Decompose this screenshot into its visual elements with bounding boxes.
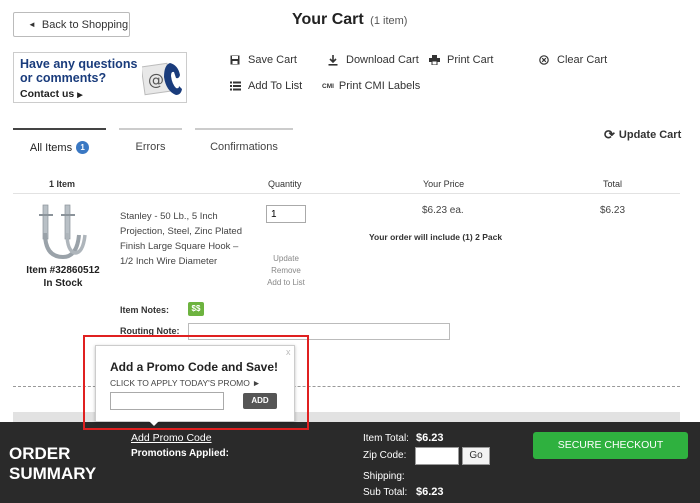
header-item: 1 Item xyxy=(49,179,76,189)
remove-item-link[interactable]: Remove xyxy=(266,266,306,275)
item-notes-label: Item Notes: xyxy=(120,305,170,315)
zip-code-label: Zip Code: xyxy=(363,450,407,461)
update-item-link[interactable]: Update xyxy=(266,254,306,263)
save-disk-icon xyxy=(228,55,242,65)
subtotal-value: $6.23 xyxy=(416,486,444,498)
line-total: $6.23 xyxy=(600,205,626,216)
item-number-block: Item #32860512 In Stock xyxy=(23,264,103,290)
contact-us-label: Contact us xyxy=(20,88,75,100)
item-total-value: $6.23 xyxy=(416,432,444,444)
save-cart-label: Save Cart xyxy=(248,54,297,66)
print-cmi-label: Print CMI Labels xyxy=(338,80,421,92)
download-cart-label: Download Cart xyxy=(346,54,419,66)
add-to-list-label: Add To List xyxy=(248,80,303,92)
svg-text:@: @ xyxy=(148,70,164,89)
update-cart-label: Update Cart xyxy=(618,129,682,141)
header-quantity: Quantity xyxy=(268,179,302,189)
order-summary-title: ORDER SUMMARY xyxy=(9,444,96,484)
email-phone-icon: @ xyxy=(142,62,182,96)
list-icon xyxy=(228,81,242,91)
print-cmi-labels-button[interactable]: CMI Print CMI Labels xyxy=(322,80,420,92)
quantity-input[interactable] xyxy=(266,205,306,223)
page-title: Your Cart (1 item) xyxy=(292,11,407,29)
add-promo-code-link[interactable]: Add Promo Code xyxy=(131,432,212,444)
unit-price: $6.23 ea. xyxy=(422,205,464,216)
printer-icon xyxy=(427,55,441,65)
shipping-label: Shipping: xyxy=(363,471,405,482)
tab-confirmations-label: Confirmations xyxy=(210,141,278,153)
product-description-link[interactable]: Stanley - 50 Lb., 5 Inch Projection, Ste… xyxy=(120,209,248,269)
contact-question: Have any questions or comments? xyxy=(20,57,138,85)
subtotal-label: Sub Total: xyxy=(363,487,408,498)
cmi-icon: CMI xyxy=(322,82,334,90)
tab-all-items-label: All Items xyxy=(29,142,73,154)
stock-status: In Stock xyxy=(43,278,83,289)
secure-checkout-button[interactable]: SECURE CHECKOUT xyxy=(533,432,688,459)
download-icon xyxy=(326,54,340,66)
header-total: Total xyxy=(603,179,623,189)
product-hook-image[interactable] xyxy=(35,203,87,263)
clear-cart-button[interactable]: Clear Cart xyxy=(537,54,607,66)
order-summary-title-line2: SUMMARY xyxy=(9,464,97,483)
item-total-label: Item Total: xyxy=(363,433,409,444)
pack-note: Your order will include (1) 2 Pack xyxy=(369,232,503,242)
header-your-price: Your Price xyxy=(423,179,465,189)
right-triangle-icon: ▶ xyxy=(77,92,83,99)
update-cart-button[interactable]: ⟳ Update Cart xyxy=(604,127,681,143)
tab-all-items[interactable]: All Items 1 xyxy=(13,128,106,160)
tab-confirmations[interactable]: Confirmations xyxy=(195,128,293,160)
header-divider xyxy=(13,193,680,194)
highlight-frame xyxy=(83,335,309,430)
tab-errors-label: Errors xyxy=(135,141,166,153)
all-items-count-badge: 1 xyxy=(76,141,90,154)
left-triangle-icon: ◄ xyxy=(28,20,36,29)
cart-title-text: Your Cart xyxy=(292,11,364,28)
contact-us-link[interactable]: Contact us ▶ xyxy=(20,88,83,100)
add-item-to-list-link[interactable]: Add to List xyxy=(266,278,306,287)
promotions-applied-label: Promotions Applied: xyxy=(131,448,229,459)
back-to-shopping-label: Back to Shopping xyxy=(41,18,129,31)
print-cart-button[interactable]: Print Cart xyxy=(427,54,493,66)
cart-item-count: (1 item) xyxy=(370,15,408,27)
zip-go-button[interactable]: Go xyxy=(462,447,490,465)
print-cart-label: Print Cart xyxy=(447,54,494,66)
clear-cart-label: Clear Cart xyxy=(557,54,608,66)
item-number: Item #32860512 xyxy=(26,265,100,276)
add-to-list-button[interactable]: Add To List xyxy=(228,80,302,92)
contact-banner[interactable]: Have any questions or comments? Contact … xyxy=(13,52,187,103)
money-icon[interactable]: $$ xyxy=(188,302,204,316)
save-cart-button[interactable]: Save Cart xyxy=(228,54,297,66)
order-summary-title-line1: ORDER xyxy=(9,444,71,463)
tab-errors[interactable]: Errors xyxy=(119,128,182,160)
circle-x-icon xyxy=(537,55,551,65)
download-cart-button[interactable]: Download Cart xyxy=(326,54,419,66)
refresh-icon: ⟳ xyxy=(604,127,615,142)
back-to-shopping-button[interactable]: ◄ Back to Shopping xyxy=(13,12,130,37)
zip-code-input[interactable] xyxy=(415,447,459,465)
